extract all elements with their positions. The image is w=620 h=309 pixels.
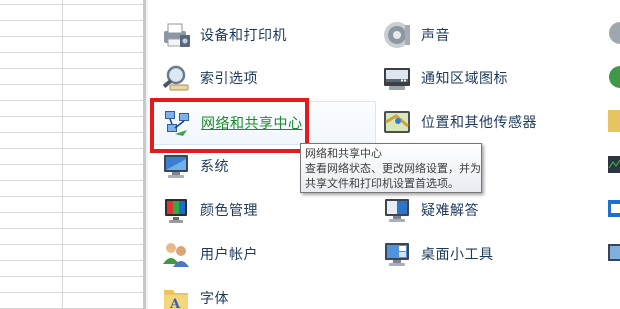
grid-row-line bbox=[0, 212, 143, 213]
cp-item-indexing-options[interactable]: 索引选项 bbox=[160, 58, 258, 98]
grid-row-line bbox=[0, 36, 143, 37]
highlight-box bbox=[150, 98, 309, 153]
grid-row-line bbox=[0, 276, 143, 277]
grid-row-line bbox=[0, 164, 143, 165]
tooltip-line: 查看网络状态、更改网络设置，并为 bbox=[305, 162, 481, 175]
color-monitor-icon bbox=[160, 194, 192, 226]
cp-item-label: 颜色管理 bbox=[200, 203, 258, 219]
partial-item-icon[interactable] bbox=[604, 150, 620, 180]
grid-row-line bbox=[0, 148, 143, 149]
gadget-monitor-icon bbox=[381, 238, 413, 270]
grid-row-line bbox=[0, 132, 143, 133]
map-sensor-icon bbox=[381, 106, 413, 138]
svg-text:A: A bbox=[169, 297, 181, 309]
cp-item-devices-printers[interactable]: 设备和打印机 bbox=[160, 15, 287, 55]
grid-column-line bbox=[62, 0, 63, 309]
partial-item-icon[interactable] bbox=[604, 62, 620, 92]
cp-item-label: 系统 bbox=[200, 159, 229, 175]
cp-item-user-accounts[interactable]: 用户帐户 bbox=[160, 234, 258, 274]
partial-item-icon[interactable] bbox=[604, 18, 620, 48]
cp-item-fonts[interactable]: A 字体 bbox=[160, 278, 229, 309]
magnifier-icon bbox=[160, 62, 192, 94]
grid-row-line bbox=[0, 116, 143, 117]
users-icon bbox=[160, 238, 192, 270]
cp-item-label: 位置和其他传感器 bbox=[421, 115, 537, 131]
cp-item-troubleshooting[interactable]: 疑难解答 bbox=[381, 190, 479, 230]
partial-item-icon[interactable] bbox=[604, 194, 620, 224]
cp-item-desktop-gadgets[interactable]: 桌面小工具 bbox=[381, 234, 494, 274]
partial-item-icon[interactable] bbox=[604, 238, 620, 268]
grid-row-line bbox=[0, 292, 143, 293]
cp-item-label: 索引选项 bbox=[200, 71, 258, 87]
computer-icon bbox=[160, 150, 192, 182]
grid-row-line bbox=[0, 196, 143, 197]
window-divider-highlight bbox=[146, 0, 148, 309]
cp-item-label: 通知区域图标 bbox=[421, 71, 508, 87]
cp-item-label: 疑难解答 bbox=[421, 203, 479, 219]
font-folder-icon: A bbox=[160, 282, 192, 309]
speaker-icon bbox=[381, 19, 413, 51]
cp-item-label: 用户帐户 bbox=[200, 247, 258, 263]
grid-row-line bbox=[0, 260, 143, 261]
cp-item-label: 设备和打印机 bbox=[200, 28, 287, 44]
spreadsheet-grid bbox=[0, 0, 143, 309]
grid-row-line bbox=[0, 244, 143, 245]
grid-row-line bbox=[0, 4, 143, 5]
cp-item-label: 桌面小工具 bbox=[421, 247, 494, 263]
cp-item-label: 声音 bbox=[421, 28, 450, 44]
tooltip-title: 网络和共享中心 bbox=[305, 147, 382, 160]
grid-row-line bbox=[0, 52, 143, 53]
cp-item-sound[interactable]: 声音 bbox=[381, 15, 450, 55]
tooltip: 网络和共享中心 查看网络状态、更改网络设置，并为 共享文件和打印机设置首选项。 bbox=[300, 143, 482, 193]
grid-row-line bbox=[0, 84, 143, 85]
grid-row-line bbox=[0, 100, 143, 101]
tooltip-line: 共享文件和打印机设置首选项。 bbox=[305, 177, 459, 190]
grid-row-line bbox=[0, 228, 143, 229]
partial-item-icon[interactable] bbox=[604, 106, 620, 136]
grid-row-line bbox=[0, 68, 143, 69]
cp-item-label: 字体 bbox=[200, 291, 229, 307]
printer-icon bbox=[160, 19, 192, 51]
troubleshoot-monitor-icon bbox=[381, 194, 413, 226]
grid-row-line bbox=[0, 180, 143, 181]
taskbar-icon bbox=[381, 62, 413, 94]
cp-item-notification-area-icons[interactable]: 通知区域图标 bbox=[381, 58, 508, 98]
grid-row-line bbox=[0, 20, 143, 21]
cp-item-location-sensors[interactable]: 位置和其他传感器 bbox=[381, 102, 537, 142]
cp-item-color-management[interactable]: 颜色管理 bbox=[160, 190, 258, 230]
